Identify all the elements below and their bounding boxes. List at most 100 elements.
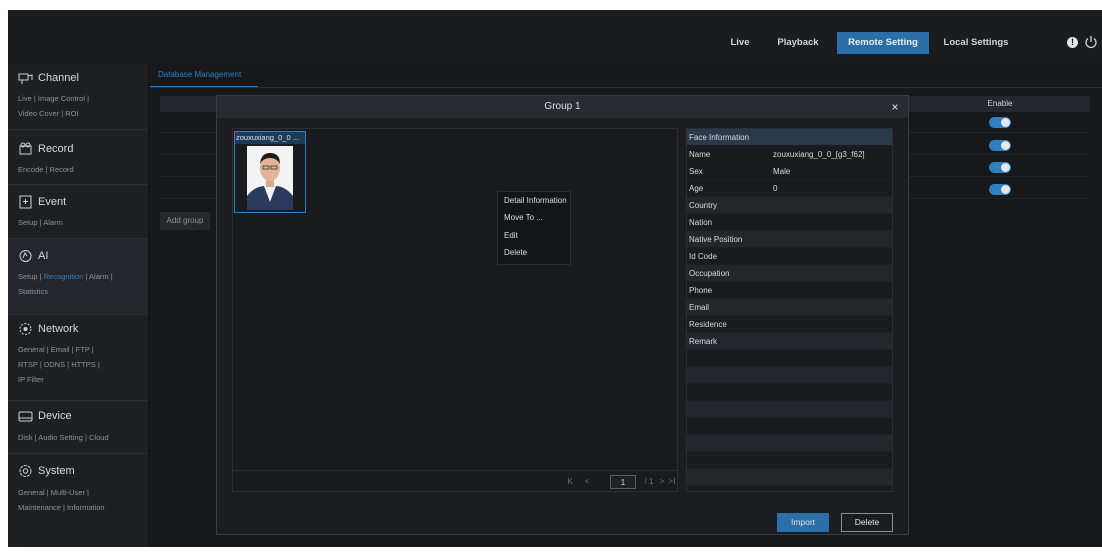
- pager-divider: [233, 470, 677, 471]
- sidebar-title-record: Record: [38, 143, 74, 155]
- info-row-empty: [687, 384, 892, 401]
- next-page-button[interactable]: >: [657, 475, 667, 489]
- system-links-line2[interactable]: Maintenance | Information: [18, 500, 146, 515]
- face-card-name: zouxuxiang_0_0 ...: [235, 132, 305, 144]
- page-number-input[interactable]: 1: [610, 475, 636, 489]
- sidebar-links-record[interactable]: Encode | Record: [18, 162, 146, 177]
- last-page-button[interactable]: >I: [667, 475, 677, 489]
- sidebar-item-ai[interactable]: AI: [18, 247, 48, 265]
- network-links-line2[interactable]: RTSP | DDNS | HTTPS |: [18, 357, 146, 372]
- channel-icon: [18, 71, 34, 85]
- nav-local-settings[interactable]: Local Settings: [936, 32, 1016, 54]
- info-row-name: Name zouxuxiang_0_0_[g3_f62]: [687, 146, 892, 163]
- page-total: / 1: [644, 477, 654, 486]
- face-grid-panel: zouxuxiang_0_0 ... K < 1 / 1 > >I: [232, 128, 678, 492]
- close-icon[interactable]: ×: [885, 96, 905, 118]
- power-icon[interactable]: [1084, 35, 1098, 49]
- event-links-line1[interactable]: Setup | Alarm: [18, 215, 146, 230]
- sidebar: Channel Live | Image Control | Video Cov…: [8, 64, 148, 547]
- delete-button[interactable]: Delete: [841, 513, 893, 532]
- info-row-remark: Remark: [687, 333, 892, 350]
- device-links-line1[interactable]: Disk | Audio Setting | Cloud: [18, 430, 146, 445]
- info-row-sex: Sex Male: [687, 163, 892, 180]
- info-row-email: Email: [687, 299, 892, 316]
- divider: [8, 400, 148, 401]
- channel-links-line2[interactable]: Video Cover | ROI: [18, 106, 146, 121]
- info-value: zouxuxiang_0_0_[g3_f62]: [773, 150, 865, 159]
- tab-underline: [150, 87, 1102, 88]
- sidebar-item-record[interactable]: Record: [18, 140, 73, 158]
- info-row-country: Country: [687, 197, 892, 214]
- sidebar-title-system: System: [38, 465, 75, 477]
- info-row-id-code: Id Code: [687, 248, 892, 265]
- sidebar-links-ai[interactable]: Setup | Recognition | Alarm | Statistics: [18, 269, 146, 299]
- info-label: Remark: [689, 337, 718, 346]
- menu-item-edit[interactable]: Edit: [504, 227, 518, 244]
- info-header: Face Information: [687, 129, 892, 146]
- enable-toggle[interactable]: [989, 184, 1011, 195]
- ai-icon: [18, 249, 34, 263]
- info-row-native-position: Native Position: [687, 231, 892, 248]
- sidebar-links-event[interactable]: Setup | Alarm: [18, 215, 146, 230]
- nav-playback[interactable]: Playback: [774, 32, 822, 54]
- enable-toggle[interactable]: [989, 162, 1011, 173]
- tab-database-management[interactable]: Database Management: [150, 64, 258, 88]
- info-label: Name: [689, 150, 711, 159]
- info-label: Nation: [689, 218, 713, 227]
- divider: [8, 314, 148, 315]
- ai-link-statistics[interactable]: Statistics: [18, 284, 146, 299]
- record-icon: [18, 142, 34, 156]
- face-photo: [247, 146, 293, 210]
- enable-toggle[interactable]: [989, 117, 1011, 128]
- enable-column-header: Enable: [987, 99, 1013, 108]
- nav-remote-setting[interactable]: Remote Setting: [837, 32, 929, 54]
- info-label: Id Code: [689, 252, 718, 261]
- import-button[interactable]: Import: [777, 513, 829, 532]
- sidebar-item-device[interactable]: Device: [18, 407, 72, 425]
- first-page-button[interactable]: K: [565, 475, 575, 489]
- network-links-line3[interactable]: IP Filter: [18, 372, 146, 387]
- info-row-empty: [687, 350, 892, 367]
- menu-item-detail-information[interactable]: Detail Information: [504, 192, 567, 209]
- info-label: Age: [689, 184, 704, 193]
- info-row-phone: Phone: [687, 282, 892, 299]
- sidebar-item-network[interactable]: Network: [18, 320, 78, 338]
- sidebar-links-device[interactable]: Disk | Audio Setting | Cloud: [18, 430, 146, 445]
- info-row-empty: [687, 401, 892, 418]
- info-value: 0: [773, 184, 778, 193]
- info-row-empty: [687, 469, 892, 486]
- menu-item-move-to[interactable]: Move To ...: [504, 209, 543, 226]
- info-label: Native Position: [689, 235, 743, 244]
- dialog-title: Group 1: [544, 101, 581, 112]
- sidebar-title-channel: Channel: [38, 72, 79, 84]
- system-links-line1[interactable]: General | Multi-User |: [18, 485, 146, 500]
- sidebar-item-channel[interactable]: Channel: [18, 69, 79, 87]
- sidebar-links-channel[interactable]: Live | Image Control | Video Cover | ROI: [18, 91, 146, 121]
- add-group-button[interactable]: Add group: [160, 212, 210, 230]
- ai-link-alarm[interactable]: | Alarm |: [85, 272, 112, 281]
- divider: [8, 453, 148, 454]
- network-links-line1[interactable]: General | Email | FTP |: [18, 342, 146, 357]
- info-label: Sex: [689, 167, 703, 176]
- info-value: Male: [773, 167, 791, 176]
- enable-toggle[interactable]: [989, 140, 1011, 151]
- top-bar: Live Playback Remote Setting Local Setti…: [8, 10, 1102, 64]
- record-links-line1[interactable]: Encode | Record: [18, 162, 146, 177]
- info-row-nation: Nation: [687, 214, 892, 231]
- event-icon: [18, 195, 34, 209]
- system-gear-icon: [18, 464, 34, 478]
- sidebar-item-event[interactable]: Event: [18, 193, 66, 211]
- sidebar-links-network[interactable]: General | Email | FTP | RTSP | DDNS | HT…: [18, 342, 146, 387]
- group-dialog: Group 1 × zouxuxiang_0_0 ... K < 1 / 1 >…: [216, 95, 909, 535]
- menu-item-delete[interactable]: Delete: [504, 244, 527, 261]
- prev-page-button[interactable]: <: [582, 475, 592, 489]
- face-card[interactable]: zouxuxiang_0_0 ...: [234, 131, 306, 213]
- ai-link-recognition[interactable]: Recognition: [44, 272, 84, 281]
- alert-icon[interactable]: !: [1067, 37, 1078, 48]
- nav-live[interactable]: Live: [726, 32, 754, 54]
- channel-links-line1[interactable]: Live | Image Control |: [18, 91, 146, 106]
- ai-link-setup[interactable]: Setup |: [18, 272, 42, 281]
- sidebar-title-network: Network: [38, 323, 79, 335]
- sidebar-item-system[interactable]: System: [18, 462, 75, 480]
- sidebar-links-system[interactable]: General | Multi-User | Maintenance | Inf…: [18, 485, 146, 515]
